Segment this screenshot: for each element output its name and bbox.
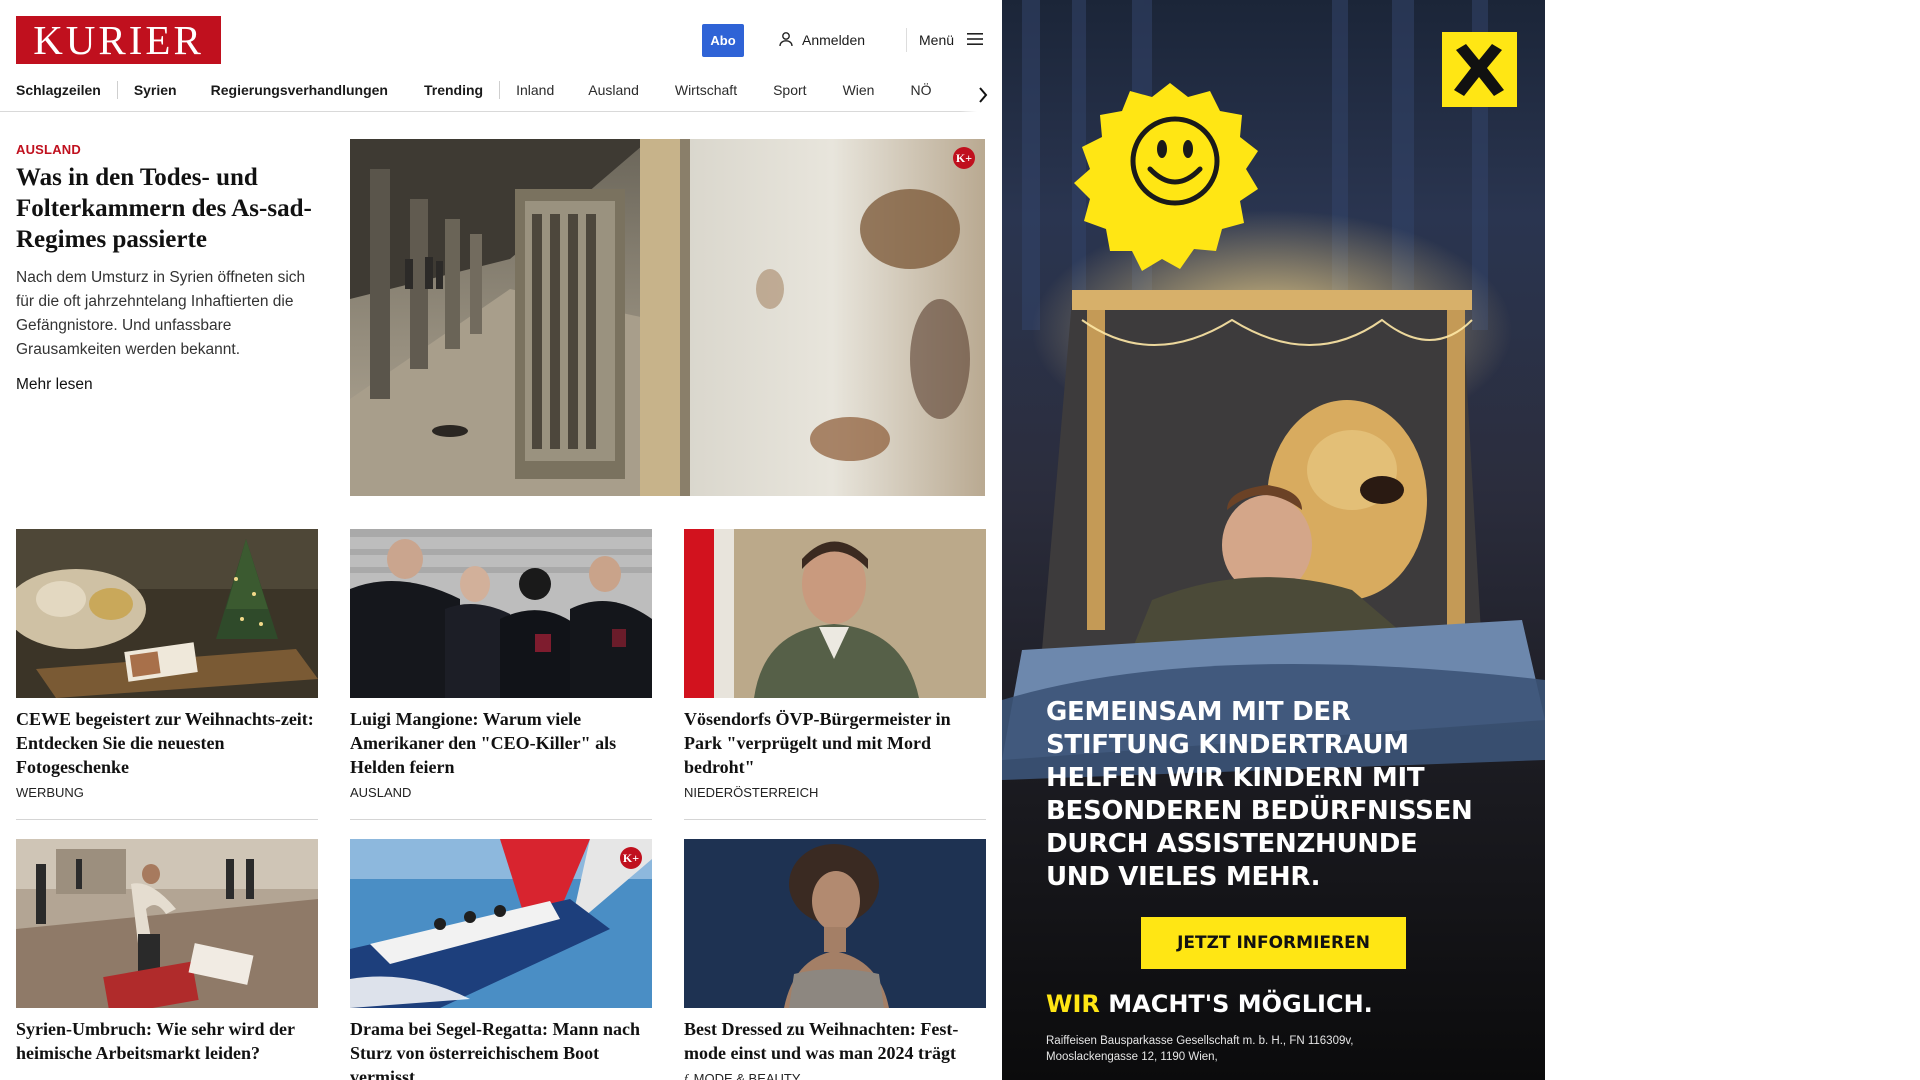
hero-teaser: Nach dem Umsturz in Syrien öffneten sich… [16, 269, 306, 358]
article-title[interactable]: Vösendorfs ÖVP-Bürgermeister in Park "ve… [684, 707, 986, 779]
read-more-link[interactable]: Mehr lesen [16, 376, 93, 394]
article-card[interactable]: Syrien-Umbruch: Wie sehr wird der heimis… [16, 839, 318, 1071]
nav-item-regierungsverhandlungen[interactable]: Regierungsverhandlungen [211, 80, 388, 100]
ad-claim-highlight: WIR [1046, 990, 1100, 1018]
ad-cta-button[interactable]: JETZT INFORMIEREN [1141, 917, 1406, 969]
site-header: KURIER Abo Anmelden Menü [0, 0, 1002, 78]
login-button[interactable]: Anmelden [778, 30, 865, 50]
nav-item-ausland[interactable]: Ausland [588, 80, 639, 100]
smiley-badge [1070, 83, 1270, 283]
category-nav: Schlagzeilen Syrien Regierungsverhandlunge… [0, 78, 1002, 112]
ad-headline-line: HELFEN WIR KINDERN MIT [1046, 763, 1425, 793]
ad-headline: GEMEINSAM MIT DER STIFTUNG KINDERTRAUM H… [1046, 696, 1516, 894]
article-title[interactable]: Syrien-Umbruch: Wie sehr wird der heimis… [16, 1017, 318, 1065]
fashion-icon: f [684, 1071, 688, 1080]
article-image[interactable] [16, 529, 318, 698]
advertisement[interactable]: GEMEINSAM MIT DER STIFTUNG KINDERTRAUM H… [1002, 0, 1545, 1080]
article-title[interactable]: CEWE begeistert zur Weihnachts-zeit: Ent… [16, 707, 318, 779]
nav-item-wien[interactable]: Wien [843, 80, 875, 100]
ad-claim: WIR MACHT'S MÖGLICH. [1046, 990, 1373, 1018]
hamburger-icon [966, 32, 984, 49]
ad-legal-line: Raiffeisen Bausparkasse Gesellschaft m. … [1046, 1035, 1354, 1047]
raiffeisen-logo [1442, 32, 1517, 107]
row-divider [684, 819, 986, 820]
ad-headline-line: STIFTUNG KINDERTRAUM [1046, 730, 1409, 760]
nav-item-noe[interactable]: NÖ [910, 80, 931, 100]
nav-item-schlagzeilen[interactable]: Schlagzeilen [16, 80, 101, 100]
menu-label: Menü [919, 32, 955, 48]
article-category: f MODE & BEAUTY [684, 1071, 986, 1080]
menu-button[interactable]: Menü [919, 30, 984, 50]
row-divider [350, 819, 652, 820]
user-icon [778, 31, 794, 50]
nav-scroll-right-button[interactable] [960, 78, 1002, 112]
hero-image[interactable]: K+ [350, 139, 985, 496]
article-card[interactable]: Vösendorfs ÖVP-Bürgermeister in Park "ve… [684, 529, 986, 800]
ad-headline-line: UND VIELES MEHR. [1046, 862, 1321, 892]
ad-claim-rest: MACHT'S MÖGLICH. [1108, 990, 1373, 1018]
kurier-logo[interactable]: KURIER [16, 16, 221, 64]
login-label: Anmelden [802, 32, 866, 48]
article-card[interactable]: Luigi Mangione: Warum viele Amerikaner d… [350, 529, 652, 800]
article-title[interactable]: Best Dressed zu Weihnachten: Fest-mode e… [684, 1017, 986, 1065]
article-image[interactable]: K+ [350, 839, 652, 1008]
ad-headline-line: BESONDEREN BEDÜRFNISSEN [1046, 796, 1473, 826]
row-divider [16, 819, 318, 820]
abo-button[interactable]: Abo [702, 24, 744, 57]
article-category[interactable]: WERBUNG [16, 785, 318, 800]
ad-headline-line: GEMEINSAM MIT DER [1046, 697, 1351, 727]
chevron-right-icon [979, 87, 988, 103]
nav-item-trending[interactable]: Trending [424, 80, 483, 100]
article-card[interactable]: CEWE begeistert zur Weihnachts-zeit: Ent… [16, 529, 318, 800]
hero-title[interactable]: Was in den Todes- und Folterkammern des … [16, 162, 316, 255]
header-divider [906, 28, 907, 52]
ad-headline-line: DURCH ASSISTENZHUNDE [1046, 829, 1418, 859]
nav-item-inland[interactable]: Inland [516, 80, 554, 100]
article-title[interactable]: Drama bei Segel-Regatta: Mann nach Sturz… [350, 1017, 652, 1080]
article-category-label[interactable]: MODE & BEAUTY [694, 1071, 801, 1080]
article-card[interactable]: K+ Drama bei Segel-Regatta: Mann nach St… [350, 839, 652, 1080]
ad-legal-text: Raiffeisen Bausparkasse Gesellschaft m. … [1046, 1033, 1516, 1065]
kplus-badge: K+ [953, 147, 975, 169]
nav-divider [116, 81, 118, 99]
nav-item-wirtschaft[interactable]: Wirtschaft [675, 80, 737, 100]
ad-legal-line: Mooslackengasse 12, 1190 Wien, [1046, 1051, 1218, 1063]
article-category[interactable]: AUSLAND [350, 785, 652, 800]
article-image[interactable] [684, 529, 986, 698]
article-category[interactable]: NIEDERÖSTERREICH [684, 785, 986, 800]
kplus-badge: K+ [620, 847, 642, 869]
article-image[interactable] [16, 839, 318, 1008]
nav-divider [499, 81, 501, 99]
article-title[interactable]: Luigi Mangione: Warum viele Amerikaner d… [350, 707, 652, 779]
article-image[interactable] [350, 529, 652, 698]
nav-item-syrien[interactable]: Syrien [134, 80, 177, 100]
nav-item-sport[interactable]: Sport [773, 80, 806, 100]
article-card[interactable]: Best Dressed zu Weihnachten: Fest-mode e… [684, 839, 986, 1080]
hero-kicker: AUSLAND [16, 142, 81, 157]
article-image[interactable] [684, 839, 986, 1008]
news-site: KURIER Abo Anmelden Menü Schlagzeilen Syr… [0, 0, 1002, 1080]
